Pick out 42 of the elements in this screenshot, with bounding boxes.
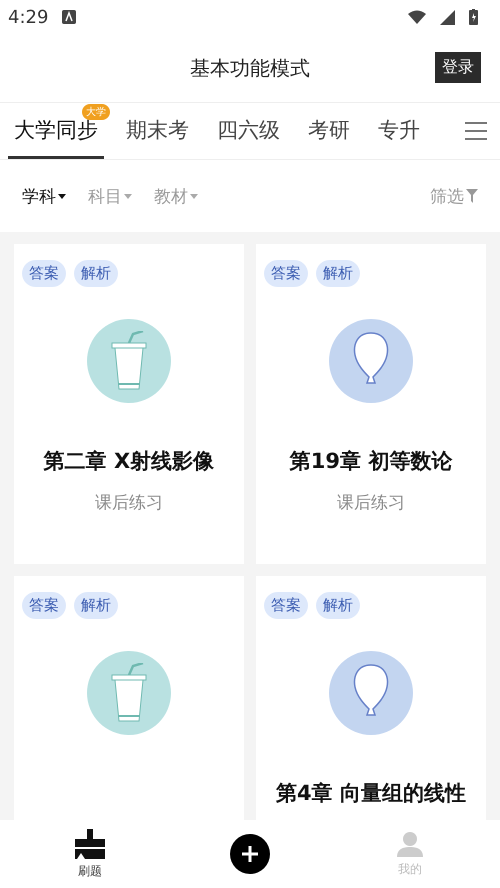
card-title: 第二章 X射线影像 [44, 448, 214, 475]
card-tag: 解析 [316, 592, 360, 619]
card-subtitle: 课后练习 [337, 492, 405, 514]
card-title: 第4章 向量组的线性 [276, 780, 466, 807]
card-subtitle: 课后练习 [95, 492, 163, 514]
card-tag: 答案 [22, 592, 66, 619]
category-tab[interactable]: 四六级 [211, 103, 286, 159]
funnel-icon [466, 189, 478, 203]
wifi-icon [408, 10, 426, 24]
category-tab[interactable]: 考研 [302, 103, 356, 159]
notification-icon [62, 10, 76, 24]
category-tab[interactable]: 专升 [372, 103, 426, 159]
status-time: 4:29 [8, 6, 48, 28]
signal-icon [440, 10, 455, 24]
card-title: 第19章 初等数论 [290, 448, 452, 475]
menu-icon [465, 122, 487, 140]
brush-icon [75, 828, 105, 858]
exercise-card[interactable]: 答案 解析 [14, 576, 244, 820]
card-tag: 解析 [316, 260, 360, 287]
cup-icon [109, 331, 149, 391]
login-button[interactable]: 登录 [435, 52, 481, 83]
exercise-card[interactable]: 答案 解析 第4章 向量组的线性 [256, 576, 486, 820]
filter-dropdown[interactable]: 学科 [22, 184, 66, 208]
cup-icon [109, 663, 149, 723]
nav-tab[interactable]: 刷题 [50, 828, 130, 880]
card-tag: 答案 [264, 260, 308, 287]
card-tag: 解析 [74, 592, 118, 619]
exercise-card[interactable]: 答案 解析 第19章 初等数论 课后练习 [256, 244, 486, 564]
card-tag: 答案 [22, 260, 66, 287]
caret-icon [124, 194, 132, 198]
tab-badge: 大学 [82, 104, 110, 120]
caret-icon [190, 194, 198, 198]
card-tag: 解析 [74, 260, 118, 287]
battery-icon [469, 9, 478, 25]
add-button[interactable] [230, 834, 270, 874]
caret-icon [58, 194, 66, 198]
page-title: 基本功能模式 [190, 54, 310, 82]
exercise-card[interactable]: 答案 解析 第二章 X射线影像 课后练习 [14, 244, 244, 564]
plus-icon [241, 845, 259, 863]
category-tab[interactable]: 期末考 [120, 103, 195, 159]
person-icon [397, 830, 423, 856]
card-tag: 答案 [264, 592, 308, 619]
